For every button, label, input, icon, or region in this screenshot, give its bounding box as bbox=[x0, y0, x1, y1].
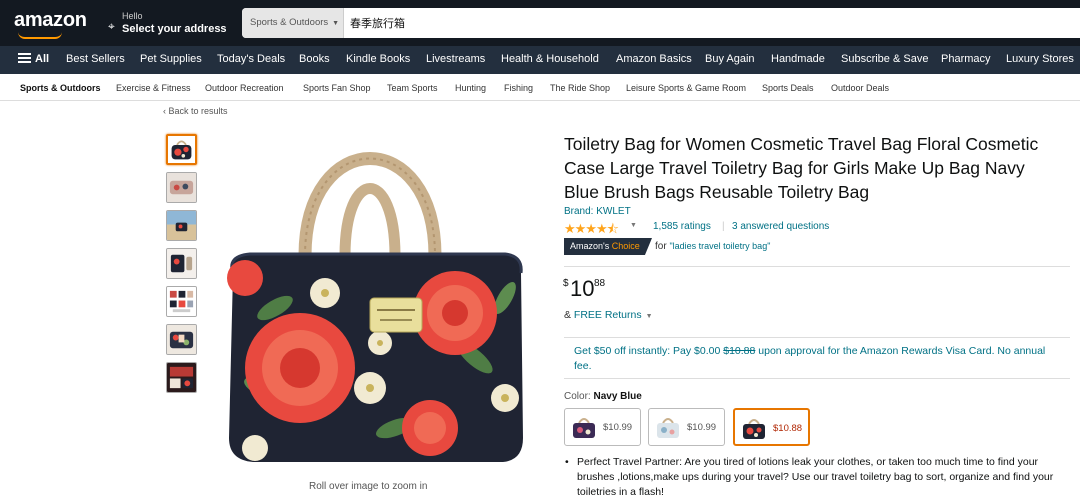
choice-keyword: for "ladies travel toiletry bag" bbox=[655, 241, 770, 252]
nav-link-buy-again[interactable]: Buy Again bbox=[705, 53, 755, 65]
thumbnail-7[interactable] bbox=[166, 362, 197, 393]
light-bag-icon bbox=[657, 418, 679, 438]
choice-keyword-link[interactable]: "ladies travel toiletry bag" bbox=[669, 241, 770, 251]
swatch-price: $10.99 bbox=[687, 422, 717, 433]
subnav-fishing[interactable]: Fishing bbox=[504, 83, 533, 93]
amazon-smile-icon bbox=[18, 32, 62, 39]
navy-bag-icon bbox=[743, 419, 765, 439]
color-label-prefix: Color: bbox=[564, 391, 591, 402]
nav-link-luxury-stores[interactable]: Luxury Stores bbox=[1006, 53, 1074, 65]
promo-strike-price: $10.88 bbox=[723, 345, 756, 357]
nav-link-books[interactable]: Books bbox=[299, 53, 330, 65]
feature-bullet-text: Perfect Travel Partner: Are you tired of… bbox=[577, 456, 1054, 498]
hamburger-icon bbox=[18, 53, 31, 63]
color-value: Navy Blue bbox=[593, 391, 642, 402]
rating-divider: | bbox=[722, 221, 725, 232]
ratings-count-link[interactable]: 1,585 ratings bbox=[653, 221, 711, 232]
subnav-sports-outdoors[interactable]: Sports & Outdoors bbox=[20, 83, 101, 93]
location-address: Select your address bbox=[122, 23, 227, 35]
color-swatch-purple[interactable]: $10.99 bbox=[564, 408, 641, 446]
price-symbol: $ bbox=[563, 278, 569, 289]
thumbnail-3[interactable] bbox=[166, 210, 197, 241]
purple-bag-icon bbox=[573, 418, 595, 438]
amazon-logo[interactable]: amazon bbox=[14, 9, 87, 32]
open-bag-thumbnail-icon bbox=[167, 325, 196, 354]
card-promo[interactable]: Get $50 off instantly: Pay $0.00 $10.88 … bbox=[564, 337, 1070, 379]
nav-link-livestreams[interactable]: Livestreams bbox=[426, 53, 485, 65]
category-subnav: Sports & Outdoors Exercise & Fitness Out… bbox=[0, 74, 1080, 101]
nav-link-todays-deals[interactable]: Today's Deals bbox=[217, 53, 285, 65]
search-category-label: Sports & Outdoors bbox=[250, 17, 329, 28]
features-thumbnail-icon bbox=[167, 363, 196, 392]
chevron-down-icon: ▼ bbox=[332, 20, 340, 27]
contents-thumbnail-icon bbox=[167, 249, 196, 278]
search-input[interactable] bbox=[350, 8, 950, 38]
swatch-price: $10.88 bbox=[773, 423, 803, 434]
main-nav: All Best Sellers Pet Supplies Today's De… bbox=[0, 46, 1080, 74]
thumbnail-2[interactable] bbox=[166, 172, 197, 203]
thumbnail-4[interactable] bbox=[166, 248, 197, 279]
brand-link[interactable]: Brand: KWLET bbox=[564, 206, 631, 217]
chevron-down-icon[interactable]: ▼ bbox=[646, 313, 653, 320]
all-menu-button[interactable]: All bbox=[18, 53, 49, 65]
beach-thumbnail-icon bbox=[167, 211, 196, 240]
amazons-choice-badge: Amazon's Choice bbox=[564, 238, 652, 255]
badge-highlight: Choice bbox=[611, 241, 640, 251]
size-chart-thumbnail-icon bbox=[167, 287, 196, 316]
zoom-hint: Roll over image to zoom in bbox=[309, 481, 428, 492]
nav-link-amazon-basics[interactable]: Amazon Basics bbox=[616, 53, 692, 65]
nav-link-kindle-books[interactable]: Kindle Books bbox=[346, 53, 410, 65]
answered-questions-link[interactable]: 3 answered questions bbox=[732, 221, 829, 232]
color-swatch-navy-selected[interactable]: $10.88 bbox=[733, 408, 810, 446]
returns-prefix: & bbox=[564, 309, 574, 321]
search-bar: Sports & Outdoors ▼ bbox=[242, 8, 1080, 38]
nav-link-health-household[interactable]: Health & Household bbox=[501, 53, 599, 65]
product-main-image[interactable] bbox=[205, 128, 535, 478]
color-label: Color: Navy Blue bbox=[564, 391, 642, 402]
back-to-results-link[interactable]: ‹ Back to results bbox=[163, 106, 228, 116]
thumbnail-6[interactable] bbox=[166, 324, 197, 355]
subnav-ride-shop[interactable]: The Ride Shop bbox=[550, 83, 610, 93]
nav-link-pet-supplies[interactable]: Pet Supplies bbox=[140, 53, 202, 65]
nav-link-subscribe-save[interactable]: Subscribe & Save bbox=[841, 53, 928, 65]
price-fraction: 88 bbox=[594, 278, 606, 289]
chevron-down-icon[interactable]: ▼ bbox=[630, 222, 637, 229]
subnav-leisure-sports[interactable]: Leisure Sports & Game Room bbox=[626, 83, 746, 93]
location-pin-icon: ⌖ bbox=[108, 19, 115, 33]
nav-link-handmade[interactable]: Handmade bbox=[771, 53, 825, 65]
all-menu-label: All bbox=[35, 53, 50, 65]
nav-link-pharmacy[interactable]: Pharmacy bbox=[941, 53, 991, 65]
price-whole: 10 bbox=[570, 276, 595, 301]
top-header: amazon ⌖ Hello Select your address Sport… bbox=[0, 0, 1080, 46]
product-title: Toiletry Bag for Women Cosmetic Travel B… bbox=[564, 134, 1039, 202]
subnav-team-sports[interactable]: Team Sports bbox=[387, 83, 438, 93]
thumbnail-5[interactable] bbox=[166, 286, 197, 317]
subnav-sports-deals[interactable]: Sports Deals bbox=[762, 83, 814, 93]
thumbnail-1[interactable] bbox=[166, 134, 197, 165]
returns-row: & FREE Returns ▼ bbox=[564, 309, 653, 321]
nav-link-best-sellers[interactable]: Best Sellers bbox=[66, 53, 125, 65]
section-divider bbox=[564, 266, 1070, 267]
location-greeting: Hello bbox=[122, 11, 143, 21]
badge-prefix: Amazon's bbox=[570, 241, 612, 251]
subnav-sports-fan-shop[interactable]: Sports Fan Shop bbox=[303, 83, 371, 93]
subnav-outdoor-deals[interactable]: Outdoor Deals bbox=[831, 83, 889, 93]
search-category-dropdown[interactable]: Sports & Outdoors ▼ bbox=[242, 8, 344, 38]
subnav-hunting[interactable]: Hunting bbox=[455, 83, 486, 93]
promo-text-start: Get $50 off instantly: Pay $0.00 bbox=[574, 345, 724, 357]
lifestyle-thumbnail-icon bbox=[167, 173, 196, 202]
free-returns-link[interactable]: FREE Returns bbox=[574, 309, 642, 321]
subnav-outdoor-recreation[interactable]: Outdoor Recreation bbox=[205, 83, 284, 93]
bag-thumbnail-icon bbox=[168, 136, 195, 163]
feature-bullet: Perfect Travel Partner: Are you tired of… bbox=[565, 455, 1066, 500]
swatch-price: $10.99 bbox=[603, 422, 633, 433]
color-swatch-light[interactable]: $10.99 bbox=[648, 408, 725, 446]
subnav-exercise-fitness[interactable]: Exercise & Fitness bbox=[116, 83, 191, 93]
choice-for-label: for bbox=[655, 241, 667, 252]
